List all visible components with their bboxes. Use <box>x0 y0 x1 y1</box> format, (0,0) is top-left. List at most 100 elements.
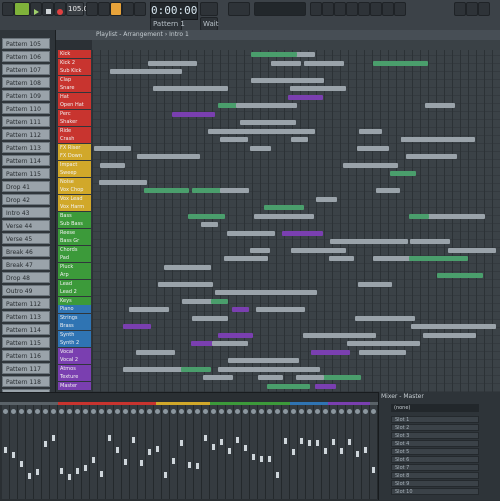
track-header[interactable]: Chords <box>58 245 91 254</box>
track-header[interactable]: Noise <box>58 177 91 186</box>
pattern-clip[interactable] <box>123 324 151 329</box>
volume-fader[interactable] <box>36 469 39 475</box>
track-header[interactable]: Vocal 2 <box>58 356 91 364</box>
track-header[interactable]: Vox Lead <box>58 194 91 203</box>
pan-knob[interactable] <box>27 409 32 414</box>
pattern-clip[interactable] <box>296 375 324 380</box>
timeline-ruler[interactable] <box>92 40 500 50</box>
volume-fader[interactable] <box>44 441 47 447</box>
pan-knob[interactable] <box>227 409 232 414</box>
news-icon[interactable] <box>454 2 466 16</box>
mixer-channel[interactable] <box>370 405 378 499</box>
pattern-clip[interactable] <box>357 145 389 151</box>
pattern-clip[interactable] <box>423 332 476 338</box>
browser-item[interactable]: Pattern 113 <box>2 142 50 153</box>
volume-fader[interactable] <box>108 435 111 441</box>
mixer-channel[interactable] <box>170 405 178 499</box>
metronome-icon[interactable] <box>86 2 98 16</box>
pattern-clip[interactable] <box>448 247 496 253</box>
playlist-grid[interactable] <box>92 50 500 392</box>
volume-fader[interactable] <box>4 447 7 453</box>
pattern-clip[interactable] <box>158 281 213 287</box>
volume-fader[interactable] <box>268 456 271 462</box>
volume-fader[interactable] <box>116 447 119 453</box>
browser-item[interactable]: Verse 45 <box>2 233 50 244</box>
track-header[interactable]: Pad <box>58 254 91 262</box>
track-header[interactable]: Kick <box>58 50 91 58</box>
pan-knob[interactable] <box>211 409 216 414</box>
pan-knob[interactable] <box>331 409 336 414</box>
mixer-channel[interactable] <box>10 405 18 499</box>
pan-knob[interactable] <box>99 409 104 414</box>
mixer-channel[interactable] <box>186 405 194 499</box>
browser-item[interactable]: Drop 48 <box>2 272 50 283</box>
pan-knob[interactable] <box>179 409 184 414</box>
browser-item[interactable]: Pattern 117 <box>2 363 50 374</box>
pattern-selector[interactable] <box>200 2 218 16</box>
pattern-clip[interactable] <box>208 128 250 134</box>
pattern-clip[interactable] <box>291 247 346 253</box>
volume-fader[interactable] <box>212 444 215 450</box>
mixer-channel[interactable] <box>162 405 170 499</box>
pattern-clip[interactable] <box>228 358 299 363</box>
pattern-clip[interactable] <box>343 162 398 168</box>
track-header[interactable]: Sub Kick <box>58 67 91 75</box>
mixer-channel[interactable] <box>138 405 146 499</box>
volume-fader[interactable] <box>228 448 231 454</box>
volume-fader[interactable] <box>188 462 191 468</box>
pan-knob[interactable] <box>371 409 376 414</box>
pattern-clip[interactable] <box>220 188 249 193</box>
mixer-channel[interactable] <box>130 405 138 499</box>
mixer-channel[interactable] <box>274 405 282 499</box>
pattern-clip[interactable] <box>258 375 283 380</box>
mixer-icon[interactable] <box>346 2 358 16</box>
pan-knob[interactable] <box>283 409 288 414</box>
track-header[interactable]: Ride <box>58 126 91 135</box>
mixer-channel[interactable] <box>194 405 202 499</box>
pattern-clip[interactable] <box>232 307 249 312</box>
volume-fader[interactable] <box>356 451 359 457</box>
browser-item[interactable]: Pattern 112 <box>2 129 50 140</box>
track-header[interactable]: Brass <box>58 322 91 330</box>
mixer-channel[interactable] <box>330 405 338 499</box>
pat-song-toggle[interactable] <box>14 2 30 16</box>
pattern-clip[interactable] <box>148 60 197 66</box>
track-header[interactable]: Vocal <box>58 347 91 356</box>
track-header[interactable]: FX Down <box>58 152 91 160</box>
volume-fader[interactable] <box>20 461 23 467</box>
volume-fader[interactable] <box>172 458 175 464</box>
countdown-icon[interactable] <box>110 2 122 16</box>
pan-knob[interactable] <box>235 409 240 414</box>
volume-fader[interactable] <box>28 473 31 479</box>
pattern-clip[interactable] <box>358 281 392 287</box>
pattern-clip[interactable] <box>410 239 450 244</box>
pattern-clip[interactable] <box>296 290 317 295</box>
volume-fader[interactable] <box>60 468 63 474</box>
pan-knob[interactable] <box>67 409 72 414</box>
pattern-clip[interactable] <box>94 145 131 151</box>
volume-fader[interactable] <box>84 465 87 471</box>
pattern-clip[interactable] <box>271 60 301 66</box>
volume-fader[interactable] <box>276 472 279 478</box>
mixer-channel[interactable] <box>42 405 50 499</box>
pattern-dropdown[interactable]: Pattern 1 <box>150 17 185 31</box>
pattern-clip[interactable] <box>406 154 457 159</box>
browser-item[interactable]: Drop 42 <box>2 194 50 205</box>
track-header[interactable]: Synth 2 <box>58 339 91 347</box>
pan-knob[interactable] <box>35 409 40 414</box>
track-header[interactable]: Synth <box>58 330 91 339</box>
pan-knob[interactable] <box>83 409 88 414</box>
pattern-clip[interactable] <box>181 366 211 372</box>
volume-fader[interactable] <box>156 446 159 452</box>
volume-fader[interactable] <box>252 454 255 460</box>
pan-knob[interactable] <box>347 409 352 414</box>
effect-slot[interactable]: Slot 6 <box>391 456 479 463</box>
browser-item[interactable]: Pattern 114 <box>2 324 50 335</box>
track-header[interactable]: Keys <box>58 296 91 305</box>
pan-knob[interactable] <box>275 409 280 414</box>
volume-fader[interactable] <box>300 438 303 444</box>
effect-slot[interactable]: Slot 8 <box>391 472 479 479</box>
browser-item[interactable]: Pattern 115 <box>2 337 50 348</box>
track-header[interactable]: Impact <box>58 160 91 169</box>
volume-fader[interactable] <box>204 435 207 441</box>
